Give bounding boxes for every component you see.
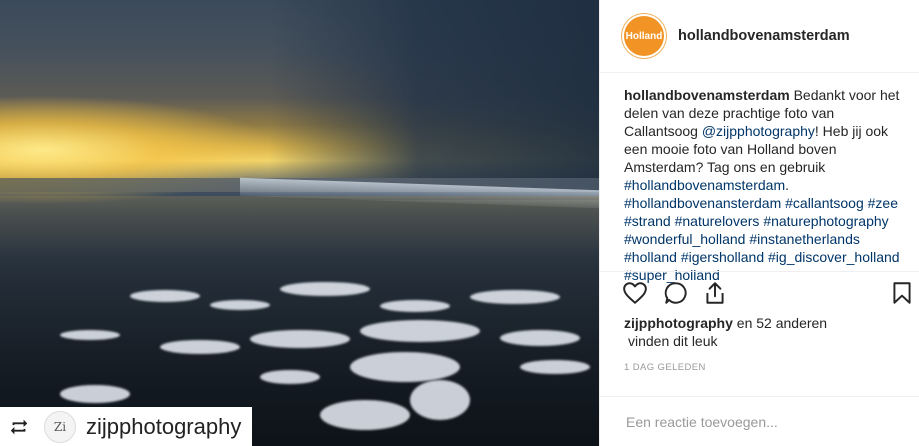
liker-username[interactable]: zijpphotography: [624, 315, 733, 331]
post-caption: hollandbovenamsterdam Bedankt voor het d…: [624, 87, 900, 283]
foam: [280, 282, 370, 296]
hashtag[interactable]: #ig_discover_holland: [768, 249, 900, 265]
repost-badge[interactable]: Zi zijpphotography: [0, 407, 252, 446]
bookmark-icon[interactable]: [889, 280, 915, 306]
comment-bubble-icon[interactable]: [663, 280, 689, 306]
foam: [520, 360, 590, 374]
foam: [410, 380, 470, 420]
account-avatar[interactable]: Holland: [624, 16, 664, 56]
caption-author[interactable]: hollandbovenamsterdam: [624, 87, 790, 103]
heart-icon[interactable]: [622, 280, 648, 306]
hashtag[interactable]: #holland: [624, 249, 677, 265]
hashtag[interactable]: #strand: [624, 213, 671, 229]
hashtag[interactable]: #zee: [868, 195, 898, 211]
foam: [60, 385, 130, 403]
account-username[interactable]: hollandbovenamsterdam: [678, 28, 850, 44]
foam: [470, 290, 560, 304]
foam: [260, 370, 320, 384]
hashtag[interactable]: #hollandbovenansterdam: [624, 195, 781, 211]
likes-summary: zijpphotography en 52 anderen vinden dit…: [600, 314, 919, 350]
storm-clouds: [269, 0, 599, 200]
post-sidebar: Holland hollandbovenamsterdam hollandbov…: [599, 0, 919, 446]
foam: [60, 330, 120, 340]
foam: [350, 352, 460, 382]
hashtag[interactable]: #igersholland: [681, 249, 764, 265]
hashtag[interactable]: #callantsoog: [785, 195, 864, 211]
share-icon[interactable]: [702, 280, 728, 306]
likes-others[interactable]: en 52 anderen: [737, 315, 827, 331]
likes-suffix: vinden dit leuk: [628, 333, 718, 349]
comment-composer: [600, 396, 919, 446]
foam: [360, 320, 480, 342]
repost-username: zijpphotography: [86, 413, 242, 439]
foam: [160, 340, 240, 354]
foam: [320, 400, 410, 430]
action-bar: [600, 271, 919, 314]
hashtag[interactable]: #naturephotography: [763, 213, 888, 229]
caption-mention[interactable]: @zijpphotography: [702, 123, 815, 139]
post-header: Holland hollandbovenamsterdam: [600, 0, 919, 73]
hashtag[interactable]: #hollandbovenamsterdam: [624, 177, 785, 193]
post-photo[interactable]: Zi zijpphotography: [0, 0, 599, 446]
hashtag[interactable]: #wonderful_holland: [624, 231, 745, 247]
hashtag[interactable]: #instanetherlands: [749, 231, 860, 247]
comment-input[interactable]: [624, 412, 898, 431]
foam: [250, 330, 350, 348]
post-timestamp[interactable]: 1 DAG GELEDEN: [600, 350, 919, 373]
foam: [380, 300, 450, 312]
foam: [210, 300, 270, 310]
repost-avatar: Zi: [44, 410, 76, 443]
foam: [500, 330, 580, 346]
foam: [130, 290, 200, 302]
hashtag[interactable]: #naturelovers: [675, 213, 760, 229]
repost-icon: [10, 419, 28, 434]
